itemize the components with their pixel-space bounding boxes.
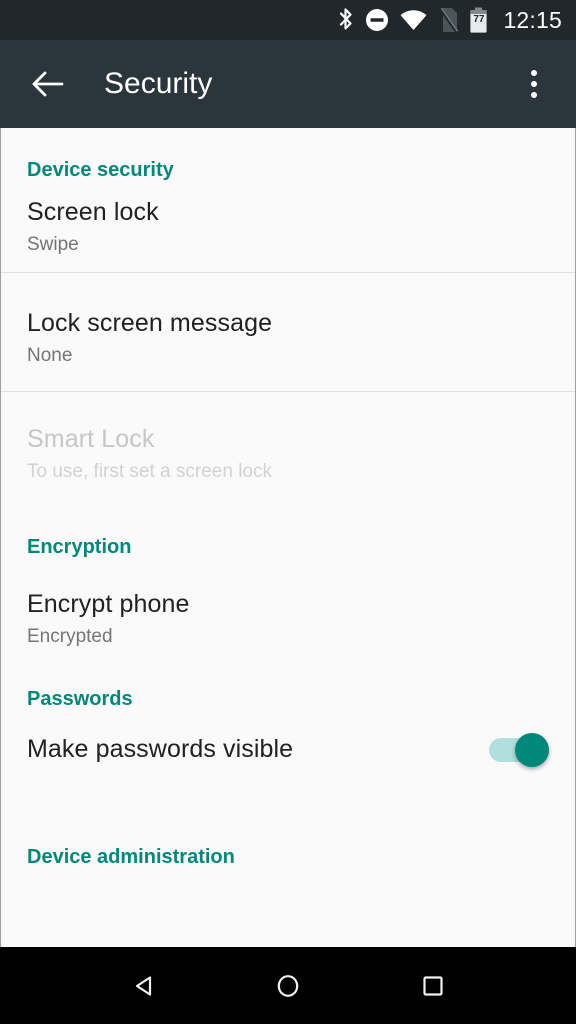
section-header-device-security: Device security [27, 159, 174, 181]
list-item-title: Smart Lock [27, 425, 155, 453]
back-arrow-icon[interactable] [22, 58, 74, 110]
overflow-dot [531, 81, 537, 87]
list-item-smart-lock: Smart Lock To use, first set a screen lo… [1, 392, 575, 502]
toggle-thumb [515, 733, 549, 767]
no-sim-icon [438, 7, 459, 33]
nav-recents-icon[interactable] [403, 956, 463, 1016]
list-item-lock-screen-message[interactable]: Lock screen message None [1, 273, 575, 391]
list-item-title: Encrypt phone [27, 590, 190, 618]
do-not-disturb-icon [365, 8, 389, 32]
section-header-passwords: Passwords [27, 688, 133, 710]
list-item-title: Screen lock [27, 198, 159, 226]
wifi-icon [400, 9, 427, 31]
section-header-encryption: Encryption [27, 536, 132, 558]
overflow-dot [531, 92, 537, 98]
overflow-menu-icon[interactable] [510, 58, 558, 110]
battery-icon: 77 [469, 7, 488, 33]
list-item-subtitle: None [27, 344, 73, 366]
list-item-title: Make passwords visible [27, 735, 294, 763]
overflow-dot [531, 70, 537, 76]
page-title: Security [104, 67, 213, 100]
status-bar: 77 12:15 [0, 0, 576, 40]
list-item-encrypt-phone[interactable]: Encrypt phone Encrypted [1, 557, 575, 657]
phone-screen: 77 12:15 Security Device security Screen… [0, 0, 576, 1024]
list-item-make-passwords-visible[interactable]: Make passwords visible [1, 709, 575, 795]
list-item-screen-lock[interactable]: Screen lock Swipe [1, 180, 575, 272]
list-item-subtitle: Swipe [27, 233, 79, 255]
navigation-bar [0, 947, 576, 1024]
bluetooth-icon [338, 7, 354, 33]
list-item-subtitle: To use, first set a screen lock [27, 460, 272, 482]
list-item-subtitle: Encrypted [27, 625, 113, 647]
section-header-device-administration: Device administration [27, 846, 235, 868]
nav-back-icon[interactable] [113, 956, 173, 1016]
nav-home-icon[interactable] [258, 956, 318, 1016]
battery-percent-label: 77 [473, 14, 485, 25]
app-bar: Security [0, 40, 576, 128]
status-bar-clock: 12:15 [503, 6, 562, 33]
settings-list[interactable]: Device security Screen lock Swipe Lock s… [0, 128, 576, 947]
list-item-title: Lock screen message [27, 309, 273, 337]
make-passwords-visible-toggle[interactable] [489, 733, 549, 767]
